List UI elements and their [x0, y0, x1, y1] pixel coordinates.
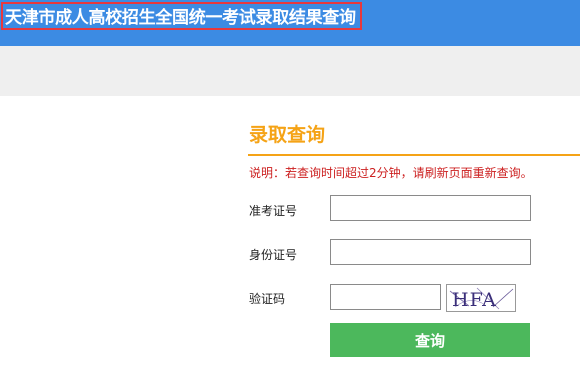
panel-title: 录取查询	[249, 124, 326, 146]
id-number-label: 身份证号	[249, 248, 298, 262]
title-divider	[248, 154, 580, 156]
exam-number-input[interactable]	[330, 195, 531, 221]
query-button[interactable]: 查询	[330, 323, 530, 357]
captcha-graphic: HFA	[449, 287, 514, 311]
captcha-input[interactable]	[330, 284, 441, 310]
captcha-label: 验证码	[249, 292, 286, 306]
top-banner: 天津市成人高校招生全国统一考试录取结果查询	[0, 0, 580, 46]
exam-number-label: 准考证号	[249, 204, 298, 218]
captcha-text: HFA	[452, 289, 497, 311]
captcha-image[interactable]: HFA	[446, 284, 516, 312]
id-number-input[interactable]	[330, 239, 531, 265]
site-title: 天津市成人高校招生全国统一考试录取结果查询	[1, 2, 362, 30]
timeout-notice: 说明：若查询时间超过2分钟，请刷新页面重新查询。	[249, 166, 533, 180]
gray-band	[0, 46, 580, 96]
page: 天津市成人高校招生全国统一考试录取结果查询 录取查询 说明：若查询时间超过2分钟…	[0, 0, 580, 370]
